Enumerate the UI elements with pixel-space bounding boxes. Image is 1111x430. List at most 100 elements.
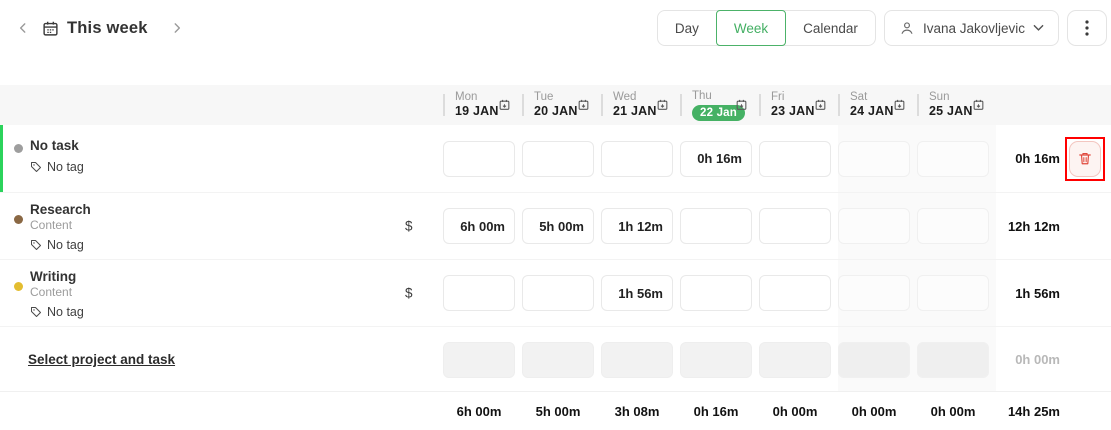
tab-day[interactable]: Day [657, 11, 716, 45]
timesheet-body: No task No tag 0h 16m 0h 16m Research Co… [0, 125, 1111, 392]
time-cell[interactable] [759, 275, 831, 311]
day-header-sun: Sun 25 JAN [917, 85, 996, 125]
time-cell[interactable]: 5h 00m [522, 208, 594, 244]
next-week-button[interactable] [166, 17, 188, 39]
day-header-thu-today: Thu 22 Jan [680, 85, 759, 125]
day-total: 0h 00m [772, 403, 818, 419]
time-cell[interactable] [917, 275, 989, 311]
time-cell[interactable] [522, 275, 594, 311]
tag-icon [30, 161, 42, 173]
billable-indicator: $ [405, 285, 413, 301]
day-header-tue: Tue 20 JAN [522, 85, 601, 125]
time-cell-disabled [680, 341, 752, 378]
time-cell[interactable] [522, 140, 594, 177]
chevron-left-icon [16, 21, 30, 35]
time-cell[interactable] [443, 275, 515, 311]
time-cell[interactable] [759, 140, 831, 177]
row-total: 12h 12m [1007, 218, 1060, 234]
more-options-button[interactable] [1067, 10, 1107, 46]
tag-label: No tag [47, 305, 84, 319]
time-cell[interactable] [917, 140, 989, 177]
time-cell[interactable] [680, 208, 752, 244]
time-cell-disabled [917, 341, 989, 378]
header-divider [680, 94, 682, 116]
header-divider [917, 94, 919, 116]
header-divider [522, 94, 524, 116]
trash-icon [1078, 151, 1092, 166]
calendar-copy-icon[interactable] [656, 99, 669, 112]
row-research: Research Content No tag $ 6h 00m 5h 00m … [0, 192, 1111, 259]
calendar-icon[interactable] [42, 20, 59, 37]
time-cell-disabled [759, 341, 831, 378]
top-bar: This week Day Week Calendar Ivana Jakovl… [0, 0, 1111, 56]
header-divider [601, 94, 603, 116]
calendar-copy-icon[interactable] [814, 99, 827, 112]
day-total: 5h 00m [535, 403, 581, 419]
day-total: 0h 00m [851, 403, 897, 419]
tag-icon [30, 239, 42, 251]
time-cell[interactable] [601, 140, 673, 177]
day-total: 0h 00m [930, 403, 976, 419]
time-cell-disabled [443, 341, 515, 378]
time-cell[interactable] [838, 275, 910, 311]
row-total: 1h 56m [1015, 285, 1060, 301]
previous-week-button[interactable] [12, 17, 34, 39]
task-name: No task [30, 138, 79, 153]
time-cell[interactable] [838, 140, 910, 177]
time-cell[interactable] [443, 140, 515, 177]
task-color-dot [14, 282, 23, 291]
header-divider [443, 94, 445, 116]
chevron-right-icon [170, 21, 184, 35]
chevron-down-icon [1033, 24, 1044, 32]
day-header-wed: Wed 21 JAN [601, 85, 680, 125]
time-cell[interactable] [838, 208, 910, 244]
tab-calendar[interactable]: Calendar [786, 11, 875, 45]
project-name: Content [30, 285, 73, 299]
header-divider [838, 94, 840, 116]
tag-icon [30, 306, 42, 318]
day-header-mon: Mon 19 JAN [443, 85, 522, 125]
tab-week[interactable]: Week [715, 10, 787, 46]
delete-row-button[interactable] [1069, 140, 1101, 177]
annotation-highlight [1065, 136, 1105, 181]
top-bar-actions: Day Week Calendar Ivana Jakovljevic [656, 10, 1107, 46]
day-total: 0h 16m [693, 403, 739, 419]
project-name: Content [30, 218, 73, 232]
totals-row: 6h 00m 5h 00m 3h 08m 0h 16m 0h 00m 0h 00… [0, 391, 1111, 430]
time-cell[interactable]: 0h 16m [680, 140, 752, 177]
view-switcher: Day Week Calendar [656, 10, 876, 46]
task-color-dot [14, 215, 23, 224]
tag-label: No tag [47, 160, 84, 174]
task-name: Writing [30, 269, 77, 284]
task-name: Research [30, 202, 91, 217]
time-cell[interactable] [680, 275, 752, 311]
day-total: 6h 00m [456, 403, 502, 419]
day-header-fri: Fri 23 JAN [759, 85, 838, 125]
time-cell[interactable]: 1h 12m [601, 208, 673, 244]
time-cell-disabled [522, 341, 594, 378]
calendar-copy-icon[interactable] [893, 99, 906, 112]
day-header-sat: Sat 24 JAN [838, 85, 917, 125]
tag-label: No tag [47, 238, 84, 252]
billable-indicator: $ [405, 218, 413, 234]
time-cell-disabled [838, 341, 910, 378]
task-color-dot [14, 144, 23, 153]
calendar-copy-icon[interactable] [498, 99, 511, 112]
calendar-copy-icon[interactable] [577, 99, 590, 112]
week-total: 14h 25m [1007, 403, 1060, 419]
calendar-copy-icon[interactable] [972, 99, 985, 112]
user-name: Ivana Jakovljevic [922, 20, 1025, 36]
row-no-task: No task No tag 0h 16m 0h 16m [0, 125, 1111, 192]
time-cell[interactable] [759, 208, 831, 244]
header-divider [759, 94, 761, 116]
row-total: 0h 16m [1015, 151, 1060, 166]
time-cell[interactable]: 6h 00m [443, 208, 515, 244]
person-icon [899, 20, 915, 36]
calendar-copy-icon[interactable] [735, 99, 748, 112]
page-title: This week [67, 18, 148, 37]
select-project-link[interactable]: Select project and task [28, 352, 175, 367]
user-selector[interactable]: Ivana Jakovljevic [883, 10, 1059, 46]
time-cell[interactable]: 1h 56m [601, 275, 673, 311]
day-header-row: Mon 19 JAN Tue 20 JAN Wed 21 JAN Thu 22 … [0, 85, 1111, 125]
time-cell[interactable] [917, 208, 989, 244]
